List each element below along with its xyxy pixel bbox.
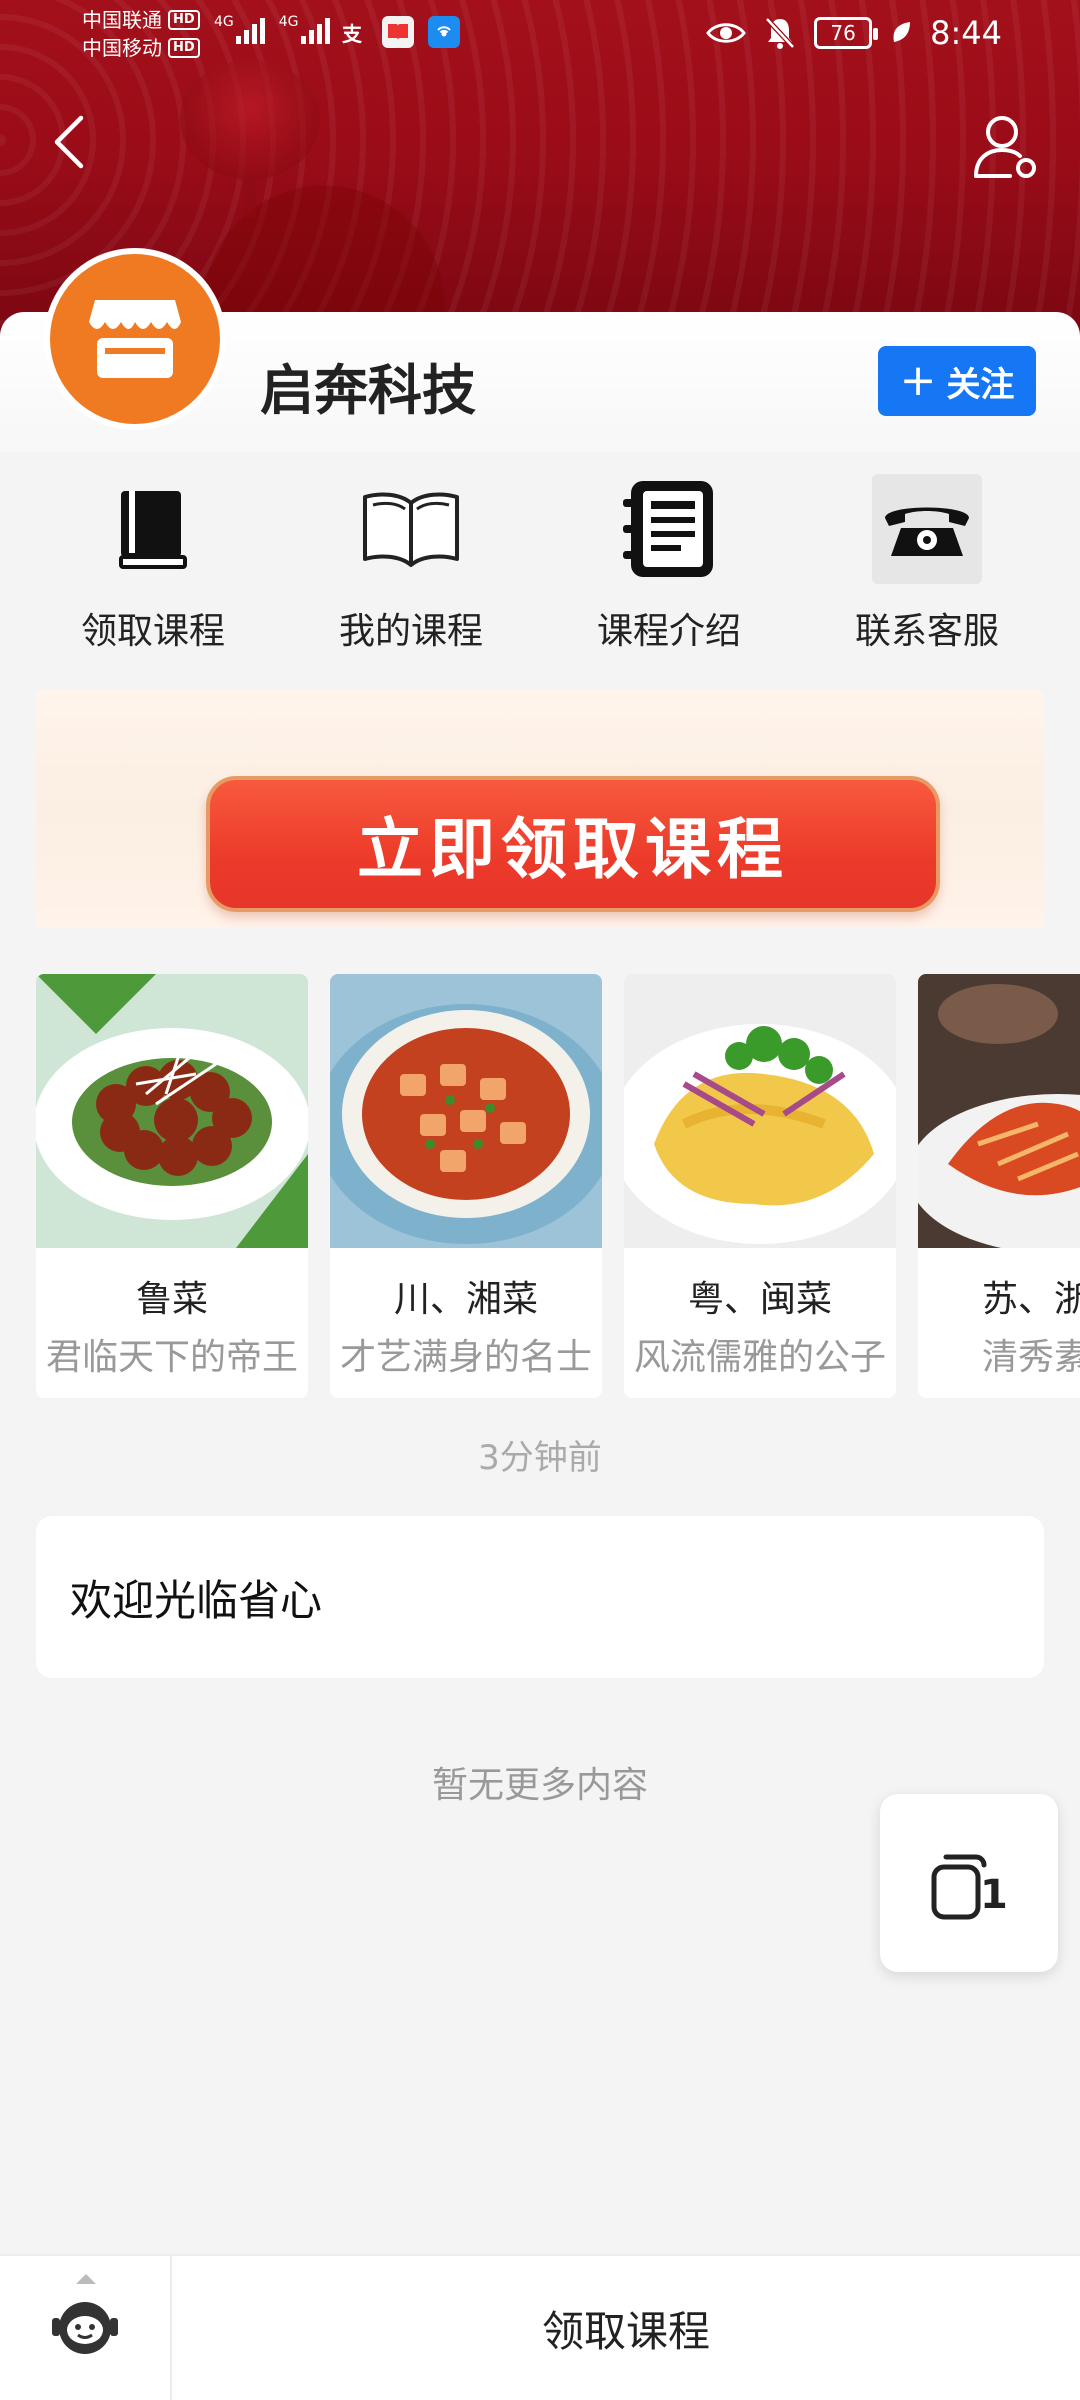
- copy-count: 1: [980, 1872, 1008, 1918]
- hd-badge: HD: [168, 10, 200, 30]
- plus-icon: +: [899, 355, 937, 406]
- cuisine-subtitle: 风流儒雅的公子: [633, 1337, 886, 1378]
- alipay-icon: 支: [342, 21, 362, 46]
- mute-bell-icon: [765, 17, 795, 49]
- cuisine-subtitle: 清秀素丽: [981, 1337, 1080, 1378]
- claim-course-banner-button[interactable]: 立即领取课程: [206, 776, 940, 912]
- cuisine-title: 川、湘菜: [393, 1279, 538, 1320]
- network-type-label: 4G: [214, 14, 234, 30]
- cuisine-card[interactable]: 鲁菜 君临天下的帝王: [36, 974, 308, 1398]
- dish-image: [918, 974, 1080, 1248]
- leaf-icon: [893, 22, 911, 42]
- cuisine-carousel[interactable]: 鲁菜 君临天下的帝王 川、湘菜 才艺满身的名士 粤、闽菜 风流儒雅的公子 苏、浙…: [36, 974, 1080, 1400]
- menu-item-course-intro[interactable]: 课程介绍: [540, 452, 798, 662]
- user-profile-button[interactable]: [966, 106, 1046, 186]
- battery-icon: 76: [814, 17, 879, 49]
- carrier-info: 中国联通 HD 中国移动 HD: [82, 6, 200, 62]
- cuisine-title: 苏、浙、: [981, 1279, 1080, 1320]
- cuisine-subtitle: 君临天下的帝王: [45, 1337, 298, 1378]
- follow-button[interactable]: + 关注: [878, 346, 1036, 416]
- signal-icon: [235, 14, 265, 44]
- welcome-message-card: 欢迎光临省心: [36, 1516, 1044, 1678]
- cuisine-subtitle: 才艺满身的名士: [339, 1337, 592, 1378]
- battery-level: 76: [830, 21, 856, 45]
- quick-menu: 领取课程 我的课程 课程介绍 联系客服: [0, 452, 1080, 662]
- menu-item-contact-service[interactable]: 联系客服: [798, 452, 1056, 662]
- back-button[interactable]: [40, 106, 96, 178]
- network-type-label: 4G: [278, 14, 299, 30]
- wifi-hotspot-icon: [428, 16, 460, 48]
- store-name: 启奔科技: [260, 359, 476, 422]
- follow-label: 关注: [946, 364, 1015, 405]
- floating-copy-button[interactable]: 1: [880, 1794, 1058, 1972]
- cuisine-title: 鲁菜: [135, 1279, 208, 1320]
- robot-assistant-icon: [52, 2302, 118, 2354]
- caret-up-icon: [76, 2274, 96, 2284]
- cuisine-title: 粤、闽菜: [687, 1279, 832, 1320]
- cuisine-card[interactable]: 苏、浙、 清秀素丽: [918, 974, 1080, 1398]
- book-icon: [119, 491, 187, 569]
- signal-indicators: 4G 4G: [214, 14, 330, 44]
- notebook-icon: [623, 481, 713, 577]
- reader-app-icon: [382, 16, 414, 48]
- bottom-action-bar: 领取课程: [0, 2254, 1080, 2400]
- dish-image: [36, 974, 308, 1248]
- carrier-2-label: 中国移动: [82, 36, 162, 60]
- message-timestamp: 3分钟前: [478, 1438, 602, 1478]
- lantern-decoration: [180, 60, 320, 218]
- carrier-1-label: 中国联通: [82, 8, 162, 32]
- eye-icon: [706, 23, 746, 43]
- open-book-icon: [363, 492, 459, 567]
- menu-item-claim-course[interactable]: 领取课程: [24, 452, 282, 662]
- storefront-icon: [89, 300, 181, 378]
- dish-image: [624, 974, 896, 1248]
- status-bar: 中国联通 HD 中国移动 HD 4G 4G 支 76 8:44: [0, 0, 1080, 72]
- hd-badge: HD: [168, 38, 200, 58]
- telephone-icon: [885, 507, 969, 556]
- signal-icon: [300, 14, 330, 44]
- cuisine-card[interactable]: 粤、闽菜 风流儒雅的公子: [624, 974, 896, 1398]
- promo-banner[interactable]: 立即领取课程: [36, 690, 1044, 928]
- store-page: 中国联通 HD 中国移动 HD 4G 4G 支 76 8:44 启奔科技 + 关…: [0, 0, 1080, 2400]
- status-app-icons: 支: [336, 16, 460, 48]
- menu-item-my-courses[interactable]: 我的课程: [282, 452, 540, 662]
- cuisine-card[interactable]: 川、湘菜 才艺满身的名士: [330, 974, 602, 1398]
- menu-label: 联系客服: [854, 611, 999, 652]
- menu-label: 我的课程: [338, 611, 483, 652]
- dish-image: [330, 974, 602, 1248]
- chevron-left-icon: [54, 115, 84, 169]
- assistant-button[interactable]: [0, 2256, 172, 2400]
- status-right: 76 8:44: [706, 14, 1002, 52]
- welcome-message: 欢迎光临省心: [70, 1575, 323, 1625]
- menu-label: 课程介绍: [596, 611, 741, 652]
- store-logo[interactable]: [44, 248, 226, 430]
- status-time: 8:44: [930, 14, 1002, 52]
- menu-label: 领取课程: [80, 611, 225, 652]
- user-settings-icon: [974, 116, 1036, 178]
- claim-course-bottom-button[interactable]: 领取课程: [172, 2256, 1080, 2400]
